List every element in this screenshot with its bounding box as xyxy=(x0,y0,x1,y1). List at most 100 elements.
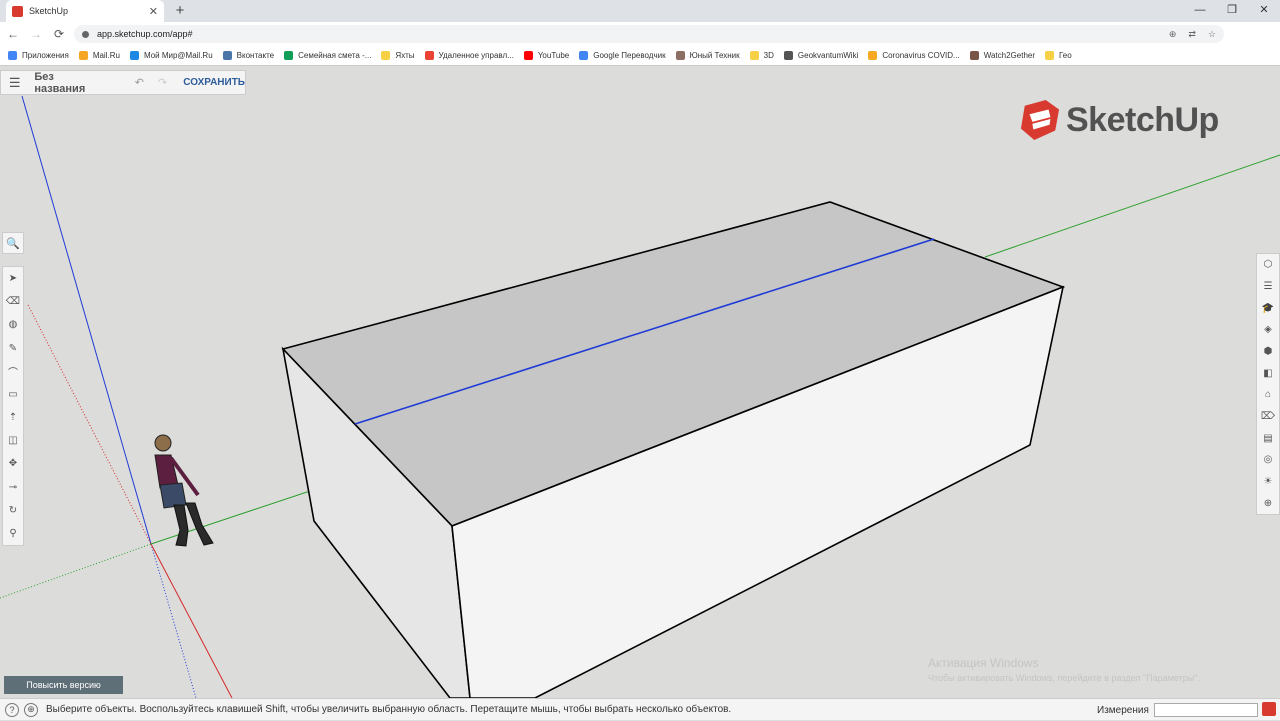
bookmark-label: 3D xyxy=(763,51,774,60)
bookmark-star-icon[interactable]: ☆ xyxy=(1208,29,1216,40)
site-info-icon[interactable] xyxy=(82,30,89,38)
address-bar-row: ← → ⟳ app.sketchup.com/app# ⊕ ⇄ ☆ A ⋮ xyxy=(0,22,1280,64)
bookmark-icon xyxy=(1045,51,1054,60)
display-icon[interactable]: ◎ xyxy=(1257,449,1279,471)
tape-measure-tool-icon[interactable]: ⊸ xyxy=(2,476,24,499)
restore-button[interactable]: ❐ xyxy=(1216,0,1248,22)
measurements-box: Измерения xyxy=(1097,699,1258,721)
back-button[interactable]: ← xyxy=(3,27,23,41)
globe-icon[interactable]: ⊕ xyxy=(24,702,38,717)
bookmark-item[interactable]: Гео xyxy=(1045,51,1072,60)
browser-tab[interactable]: SketchUp ✕ xyxy=(6,0,164,22)
measurements-label: Измерения xyxy=(1097,704,1149,716)
select-tool-icon[interactable]: ➤ xyxy=(2,267,24,290)
bookmark-item[interactable]: Яхты xyxy=(381,51,415,60)
bookmark-icon xyxy=(783,51,793,60)
bookmark-icon xyxy=(868,51,878,60)
upgrade-button[interactable]: Повысить версию xyxy=(4,676,123,694)
rectangle-tool-icon[interactable]: ▭ xyxy=(2,383,24,406)
paint-bucket-tool-icon[interactable]: ◍ xyxy=(2,313,24,336)
materials-icon[interactable]: ◈ xyxy=(1257,319,1279,341)
line-tool-icon[interactable]: ✎ xyxy=(2,337,24,360)
bookmark-icon xyxy=(78,51,88,60)
bookmark-icon xyxy=(129,51,139,60)
bookmark-item[interactable]: GeokvantumWiki xyxy=(783,51,858,60)
bookmark-item[interactable]: Google Переводчик xyxy=(579,51,666,60)
outliner-icon[interactable]: ☰ xyxy=(1257,276,1279,298)
scale-figure-person xyxy=(154,434,214,547)
bookmark-label: Семейная смета -... xyxy=(298,51,372,60)
translate-icon[interactable]: ⇄ xyxy=(1188,29,1196,40)
bookmark-icon xyxy=(284,51,294,60)
bookmark-label: Coronavirus COVID... xyxy=(882,51,960,60)
save-button[interactable]: СОХРАНИТЬ xyxy=(183,77,245,88)
status-message: Выберите объекты. Воспользуйтесь клавише… xyxy=(46,704,732,715)
status-bar: ? ⊕ Выберите объекты. Воспользуйтесь кла… xyxy=(0,698,1280,720)
sketchup-logo-mark-icon xyxy=(1020,100,1060,140)
document-title[interactable]: Без названия xyxy=(34,71,98,95)
undo-button[interactable]: ↶ xyxy=(135,76,144,89)
bookmark-item[interactable]: Вконтакте xyxy=(222,51,274,60)
sketchup-status-logo-icon xyxy=(1262,702,1276,716)
instructor-icon[interactable]: 🎓 xyxy=(1257,297,1279,319)
measurements-input[interactable] xyxy=(1153,703,1258,717)
move-tool-icon[interactable]: ✥ xyxy=(2,452,24,475)
blue-axis-dotted xyxy=(150,543,197,698)
green-axis-line-far xyxy=(984,154,1280,258)
sketchup-logo: SketchUp xyxy=(1020,100,1219,140)
arc-tool-icon[interactable]: ⌒ xyxy=(2,360,24,383)
bookmark-label: Watch2Gether xyxy=(983,51,1035,60)
orbit-tool-icon[interactable]: ↻ xyxy=(2,499,24,522)
tool-palette: ➤ ⌫ ◍ ✎ ⌒ ▭ ⇡ ◫ ✥ ⊸ ↻ ⚲ xyxy=(2,266,24,546)
solar-north-icon[interactable]: ⊕ xyxy=(1257,492,1279,514)
new-tab-button[interactable]: + xyxy=(172,2,188,19)
bookmark-item[interactable]: Watch2Gether xyxy=(969,51,1035,60)
offset-tool-icon[interactable]: ◫ xyxy=(2,429,24,452)
add-icon[interactable]: ⊕ xyxy=(1169,29,1177,40)
search-button[interactable]: 🔍 xyxy=(2,232,24,254)
sketchup-favicon-icon xyxy=(12,5,23,17)
reload-button[interactable]: ⟳ xyxy=(49,27,69,41)
browser-tab-bar: SketchUp ✕ + — ❐ ✕ xyxy=(0,0,1280,22)
bookmark-item[interactable]: YouTube xyxy=(523,51,569,60)
components-icon[interactable]: ⬢ xyxy=(1257,341,1279,363)
redo-button[interactable]: ↷ xyxy=(158,76,167,89)
push-pull-tool-icon[interactable]: ⇡ xyxy=(2,406,24,429)
walk-tool-icon[interactable]: ⚲ xyxy=(2,522,24,545)
bookmark-item[interactable]: Coronavirus COVID... xyxy=(868,51,960,60)
help-icon[interactable]: ? xyxy=(5,702,19,717)
scenes-icon[interactable]: ▤ xyxy=(1257,427,1279,449)
modeling-viewport[interactable] xyxy=(0,66,1280,698)
search-icon: 🔍 xyxy=(6,237,20,250)
bookmark-label: Google Переводчик xyxy=(593,51,666,60)
minimize-button[interactable]: — xyxy=(1184,0,1216,22)
bookmark-item[interactable]: Юный Техник xyxy=(675,51,740,60)
watermark-title: Активация Windows xyxy=(928,656,1039,670)
styles-icon[interactable]: ◧ xyxy=(1257,362,1279,384)
bookmark-item[interactable]: Мой Мир@Mail.Ru xyxy=(129,51,213,60)
tags-icon[interactable]: ⌦ xyxy=(1257,406,1279,428)
eraser-tool-icon[interactable]: ⌫ xyxy=(2,290,24,313)
bookmark-item[interactable]: Семейная смета -... xyxy=(284,51,371,60)
entity-info-icon[interactable]: ⬡ xyxy=(1257,254,1279,276)
bookmark-icon xyxy=(579,51,589,60)
tab-close-icon[interactable]: ✕ xyxy=(149,5,158,18)
window-controls: — ❐ ✕ xyxy=(1184,0,1280,22)
bookmark-item[interactable]: Удаленное управл... xyxy=(424,51,514,60)
bookmark-item[interactable]: Mail.Ru xyxy=(78,51,120,60)
window-close-button[interactable]: ✕ xyxy=(1248,0,1280,22)
scene-canvas[interactable] xyxy=(0,66,1280,698)
bookmark-item[interactable]: Приложения xyxy=(8,51,69,60)
hamburger-menu-icon[interactable]: ☰ xyxy=(5,75,24,91)
bookmark-icon xyxy=(8,51,17,60)
3d-warehouse-icon[interactable]: ⌂ xyxy=(1257,384,1279,406)
green-axis-dotted xyxy=(0,543,152,599)
bookmark-item[interactable]: 3D xyxy=(749,51,774,60)
forward-button[interactable]: → xyxy=(26,27,46,41)
url-field[interactable]: app.sketchup.com/app# ⊕ ⇄ ☆ xyxy=(74,25,1224,43)
shadows-icon[interactable]: ☀ xyxy=(1257,471,1279,493)
document-header: ☰ Без названия ↶ ↷ СОХРАНИТЬ xyxy=(0,70,246,95)
bookmark-icon xyxy=(969,51,979,60)
bookmark-icon xyxy=(222,51,232,60)
red-axis-dotted xyxy=(27,304,152,545)
